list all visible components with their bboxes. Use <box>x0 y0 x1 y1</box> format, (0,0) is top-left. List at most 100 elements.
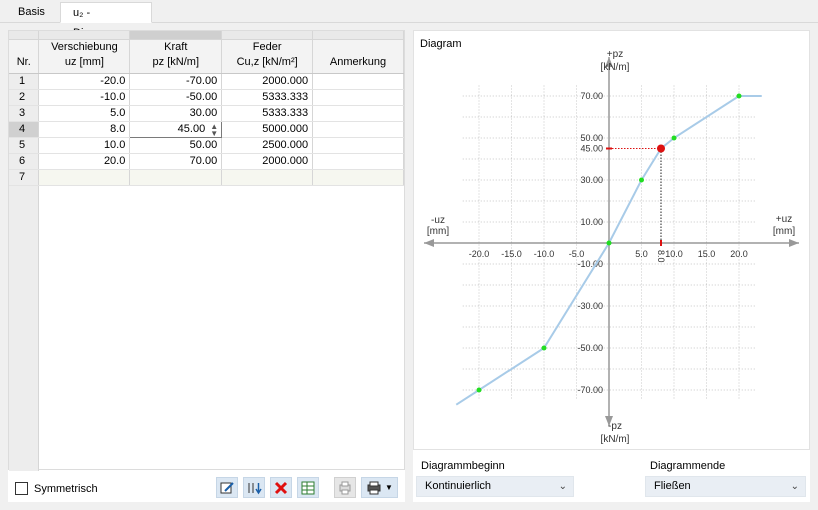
row-number[interactable]: 5 <box>9 137 40 154</box>
diagram-point <box>736 93 742 99</box>
cell-anmerkung[interactable] <box>312 73 404 90</box>
cell-anmerkung[interactable] <box>312 121 404 138</box>
corner-cell <box>9 31 40 40</box>
row-number[interactable]: 6 <box>9 153 40 170</box>
x-tick-label: -15.0 <box>501 249 522 259</box>
cell-kraft[interactable]: -70.00 <box>129 73 223 90</box>
chevron-down-icon: ⌄ <box>790 481 799 492</box>
sort-button[interactable] <box>243 477 265 498</box>
spinner-icon[interactable]: ▲ ▼ <box>210 122 218 136</box>
print-preview-icon <box>339 481 351 494</box>
print-dropdown-icon[interactable]: ▼ <box>385 483 393 492</box>
cell-anmerkung[interactable] <box>312 153 404 170</box>
cell-verschiebung[interactable] <box>38 169 131 186</box>
highlight-x-label: 8.0 <box>656 250 666 263</box>
cell-anmerkung[interactable] <box>312 137 404 154</box>
table-row-new[interactable]: 7 <box>9 169 404 186</box>
row-number[interactable]: 7 <box>9 169 40 186</box>
cell-verschiebung[interactable]: -10.0 <box>38 89 131 106</box>
cell-feder[interactable]: 5333.333 <box>221 89 314 106</box>
diagram-end-value: Fließen <box>654 480 691 492</box>
diagram-end-label: Diagrammende <box>650 460 726 472</box>
cell-kraft[interactable] <box>129 169 223 186</box>
table-row[interactable]: 6 20.0 70.00 2000.000 <box>9 153 404 170</box>
tab-uz-diagramm[interactable]: u₂ - Diagramm <box>60 2 152 39</box>
cell-feder[interactable] <box>221 169 314 186</box>
header-feder[interactable]: Feder Cu,z [kN/m²] <box>221 39 314 74</box>
table-row[interactable]: 2 -10.0 -50.00 5333.333 <box>9 89 404 106</box>
table-panel: Nr. Verschiebung uz [mm] Kraft pz [kN/m] F… <box>8 30 405 502</box>
x-tick-label: -5.0 <box>569 249 585 259</box>
x-axis-arrow-left-icon <box>424 239 434 247</box>
diagram-point <box>671 135 677 141</box>
x-tick-label: 20.0 <box>730 249 748 259</box>
diagram-point <box>606 240 612 246</box>
diagram-box: Diagram +pz [kN/m] -pz [kN/m] -uz [mm] +uz [mm]… <box>413 30 810 450</box>
symmetric-checkbox-group[interactable]: Symmetrisch <box>15 482 98 495</box>
y-tick-label: -50.00 <box>577 343 603 353</box>
cell-feder[interactable]: 5333.333 <box>221 105 314 122</box>
x-neg-unit: [mm] <box>427 226 449 237</box>
diagram-table: Nr. Verschiebung uz [mm] Kraft pz [kN/m] F… <box>8 30 405 471</box>
cell-feder[interactable]: 5000.000 <box>221 121 314 138</box>
table-export-button[interactable] <box>297 477 319 498</box>
cell-verschiebung[interactable]: -20.0 <box>38 73 131 90</box>
cell-anmerkung[interactable] <box>312 89 404 106</box>
tab-basis[interactable]: Basis <box>6 2 60 23</box>
x-pos-unit: [mm] <box>773 226 795 237</box>
cell-verschiebung[interactable]: 10.0 <box>38 137 131 154</box>
diagram-point <box>541 345 547 351</box>
print-button[interactable]: ▼ <box>361 477 398 498</box>
diagram-start-select[interactable]: Kontinuierlich ⌄ <box>416 476 574 497</box>
table-row-selected[interactable]: 4 8.0 45.00 ▲ ▼ 5000.000 <box>9 120 404 138</box>
y-pos-unit: [kN/m] <box>601 62 630 73</box>
cell-kraft-editor[interactable]: 45.00 ▲ ▼ <box>129 120 223 138</box>
print-icon <box>367 481 381 494</box>
cell-anmerkung[interactable] <box>312 169 404 186</box>
x-pos-label: +uz <box>776 214 792 225</box>
cell-verschiebung[interactable]: 5.0 <box>38 105 131 122</box>
delete-icon <box>274 481 288 494</box>
header-anmerkung[interactable]: Anmerkung <box>312 39 404 74</box>
cell-kraft[interactable]: -50.00 <box>129 89 223 106</box>
x-neg-label: -uz <box>431 215 445 226</box>
header-kraft[interactable]: Kraft pz [kN/m] <box>129 39 223 74</box>
row-number[interactable]: 4 <box>9 121 40 138</box>
cell-kraft-value: 45.00 <box>177 123 206 135</box>
symmetric-label: Symmetrisch <box>34 482 98 495</box>
cell-kraft[interactable]: 70.00 <box>129 153 223 170</box>
table-row[interactable]: 1 -20.0 -70.00 2000.000 <box>9 73 404 90</box>
table-row[interactable]: 5 10.0 50.00 2500.000 <box>9 137 404 154</box>
header-verschiebung-title: Verschiebung <box>51 40 118 53</box>
diagram-point <box>639 177 644 183</box>
diagram-point-selected <box>657 144 665 153</box>
col-group-header <box>312 31 404 40</box>
row-number[interactable]: 1 <box>9 73 40 90</box>
header-feder-unit: Cu,z [kN/m²] <box>236 55 298 68</box>
print-preview-button[interactable] <box>334 477 356 498</box>
symmetric-checkbox[interactable] <box>15 482 28 495</box>
diagram-panel: Diagram +pz [kN/m] -pz [kN/m] -uz [mm] +uz [mm]… <box>413 30 810 502</box>
edit-button[interactable] <box>216 477 238 498</box>
cell-anmerkung[interactable] <box>312 105 404 122</box>
y-neg-unit: [kN/m] <box>601 434 630 445</box>
y-pos-label: +pz <box>607 49 623 60</box>
cell-feder[interactable]: 2500.000 <box>221 137 314 154</box>
table-export-icon <box>301 481 315 494</box>
y-tick-label: -30.00 <box>577 301 603 311</box>
cell-verschiebung[interactable]: 20.0 <box>38 153 131 170</box>
cell-verschiebung[interactable]: 8.0 <box>38 121 131 138</box>
cell-feder[interactable]: 2000.000 <box>221 153 314 170</box>
diagram-point <box>476 387 482 393</box>
diagram-end-select[interactable]: Fließen ⌄ <box>645 476 806 497</box>
row-number[interactable]: 2 <box>9 89 40 106</box>
table-row[interactable]: 3 5.0 30.00 5333.333 <box>9 105 404 122</box>
cell-kraft[interactable]: 30.00 <box>129 105 223 122</box>
cell-kraft[interactable]: 50.00 <box>129 137 223 154</box>
header-verschiebung[interactable]: Verschiebung uz [mm] <box>38 39 131 74</box>
cell-feder[interactable]: 2000.000 <box>221 73 314 90</box>
y-tick-label: 30.00 <box>580 175 603 185</box>
row-number[interactable]: 3 <box>9 105 40 122</box>
header-kraft-unit: pz [kN/m] <box>152 55 199 68</box>
delete-button[interactable] <box>270 477 292 498</box>
